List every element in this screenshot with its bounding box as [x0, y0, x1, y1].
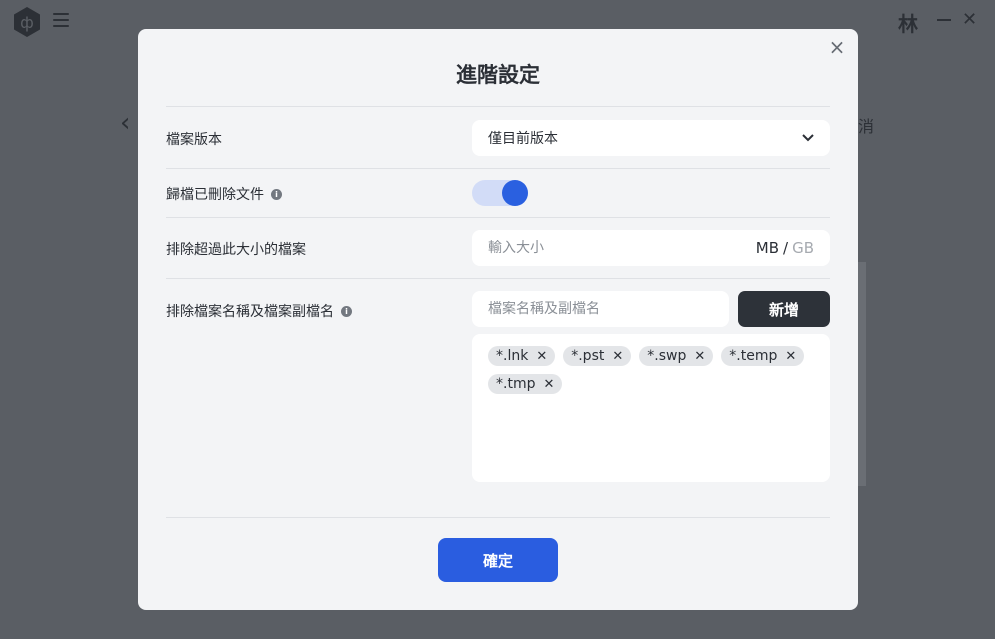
divider [166, 168, 830, 169]
info-icon[interactable]: i [341, 305, 352, 317]
unit-switch[interactable]: MB / GB [756, 239, 814, 257]
svg-text:ф: ф [20, 13, 34, 32]
remove-tag-icon[interactable]: ✕ [536, 349, 547, 364]
close-icon[interactable]: × [828, 37, 846, 57]
divider [166, 278, 830, 279]
background-panel [858, 262, 866, 486]
hamburger-menu-icon[interactable] [53, 13, 69, 27]
size-input-wrapper: MB/GB [472, 230, 830, 266]
file-version-select[interactable]: 僅目前版本 [472, 120, 830, 156]
toggle-knob [502, 180, 528, 206]
tag-label: *.swp [647, 348, 687, 364]
remove-tag-icon[interactable]: ✕ [543, 377, 554, 392]
app-logo-icon: ф [14, 7, 40, 37]
extension-input[interactable] [488, 301, 713, 317]
unit-mb[interactable]: MB [756, 239, 779, 257]
divider [166, 517, 830, 518]
tag: *.swp ✕ [639, 346, 714, 366]
advanced-settings-modal: × 進階設定 檔案版本 僅目前版本 歸檔已刪除文件 i 排除超過此大小的檔案 M… [138, 29, 858, 610]
back-chevron-icon: ‹ [120, 108, 131, 138]
remove-tag-icon[interactable]: ✕ [785, 349, 796, 364]
file-version-label: 檔案版本 [166, 129, 222, 149]
divider [166, 106, 830, 107]
tag: *.pst ✕ [563, 346, 632, 366]
file-version-label-text: 檔案版本 [166, 132, 222, 148]
exclude-size-label: 排除超過此大小的檔案 [166, 239, 306, 259]
excluded-tags-list: *.lnk ✕ *.pst ✕ *.swp ✕ *.temp ✕ *.tmp ✕ [472, 334, 830, 482]
remove-tag-icon[interactable]: ✕ [694, 349, 705, 364]
exclude-names-label-text: 排除檔案名稱及檔案副檔名 [166, 304, 334, 320]
archive-deleted-toggle[interactable] [472, 180, 528, 206]
size-input[interactable] [488, 240, 756, 256]
unit-gb[interactable]: GB [792, 239, 814, 257]
archive-deleted-label: 歸檔已刪除文件 i [166, 184, 282, 204]
minimize-icon[interactable] [937, 19, 951, 21]
window-close-icon[interactable]: ✕ [962, 9, 977, 30]
unit-separator: / [783, 239, 789, 257]
tag-label: *.temp [729, 348, 778, 364]
modal-title: 進階設定 [456, 63, 540, 87]
tag: *.tmp ✕ [488, 374, 563, 394]
exclude-size-label-text: 排除超過此大小的檔案 [166, 242, 306, 258]
name-input-wrapper [472, 291, 729, 327]
tag-label: *.pst [571, 348, 605, 364]
archive-deleted-label-text: 歸檔已刪除文件 [166, 187, 264, 203]
tag-label: *.lnk [496, 348, 529, 364]
remove-tag-icon[interactable]: ✕ [612, 349, 623, 364]
confirm-button[interactable]: 確定 [438, 538, 558, 582]
file-version-selected: 僅目前版本 [488, 131, 558, 147]
background-text: 消 [858, 117, 875, 136]
exclude-names-label: 排除檔案名稱及檔案副檔名 i [166, 301, 352, 321]
tag-label: *.tmp [496, 376, 536, 392]
divider [166, 217, 830, 218]
add-button[interactable]: 新增 [738, 291, 830, 327]
info-icon[interactable]: i [271, 188, 282, 200]
chevron-down-icon [802, 134, 814, 142]
tag: *.temp ✕ [721, 346, 805, 366]
tag: *.lnk ✕ [488, 346, 556, 366]
avatar[interactable]: 林 [898, 8, 918, 37]
